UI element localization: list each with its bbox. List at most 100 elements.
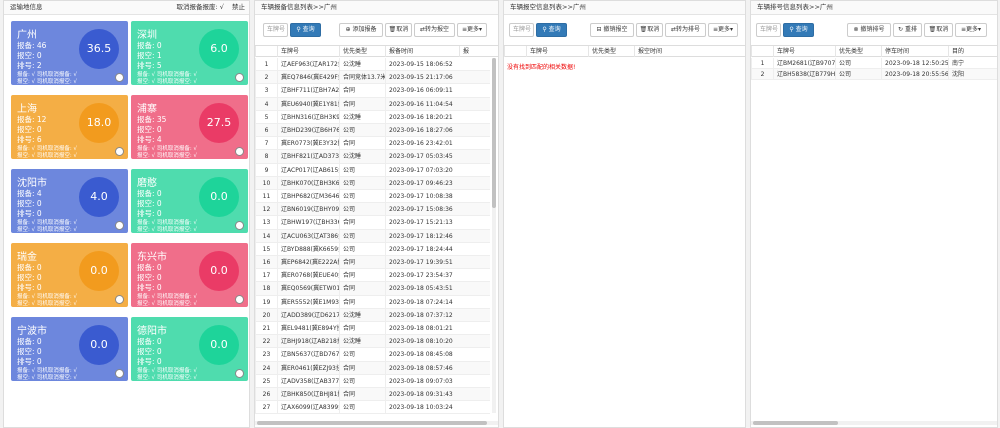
- location-select-radio[interactable]: [235, 295, 244, 304]
- table-row[interactable]: 1辽BM2681(辽B9707挂)公司2023-09-18 12:50:25南宁: [751, 58, 997, 69]
- column-header[interactable]: [751, 46, 773, 57]
- location-select-radio[interactable]: [115, 221, 124, 230]
- table-row[interactable]: 23辽BN5637(辽BD767挂)公司2023-09-18 08:45:08: [255, 348, 490, 362]
- table-row[interactable]: 20辽ADD389(辽D6217挂)公沈睡2023-09-18 07:37:12: [255, 308, 490, 322]
- location-card[interactable]: 广州 报备: 46 报空: 0 排号: 2 报备: √ 司机取消报备: √ 报空: √ 司…: [11, 21, 128, 85]
- empty-query-button[interactable]: ⚲ 查询: [536, 23, 567, 37]
- location-card[interactable]: 瑞金 报备: 0 报空: 0 排号: 0 报备: √ 司机取消报备: √ 报空: √ 司机…: [11, 243, 128, 307]
- table-row[interactable]: 14辽ACU063(辽AT386挂)公司2023-09-17 18:12:46: [255, 229, 490, 243]
- queue-search-input[interactable]: 车牌号: [756, 23, 781, 37]
- location-card[interactable]: 宁波市 报备: 0 报空: 0 排号: 0 报备: √ 司机取消报备: √ 报空: √ 司…: [11, 317, 128, 381]
- location-select-radio[interactable]: [235, 221, 244, 230]
- table-row[interactable]: 2辽BH5838(辽B779H挂)公司2023-09-18 20:55:56沈阳: [751, 69, 997, 80]
- search-icon: ⚲: [296, 26, 301, 33]
- app-root: 运输地信息 取消报备报废: √ 禁止 广州 报备: 46 报空: 0 排号: 2 报备:…: [0, 0, 1000, 428]
- table-row[interactable]: 8辽BHF821(辽AD373挂)公沈睡2023-09-17 05:03:45: [255, 150, 490, 164]
- column-header[interactable]: 目的: [948, 46, 988, 57]
- location-select-radio[interactable]: [115, 73, 124, 82]
- table-row[interactable]: 9辽ACP017(辽AB615挂)公司2023-09-17 07:03:20: [255, 163, 490, 177]
- table-row[interactable]: 26辽BHK850(辽BHJ81挂)合同2023-09-18 09:31:43: [255, 388, 490, 402]
- report-vertical-scrollbar[interactable]: [492, 58, 496, 413]
- empty-more-button[interactable]: ≡更多▾: [708, 23, 738, 37]
- report-cancel-button[interactable]: 🗑取消: [385, 23, 412, 37]
- table-row[interactable]: 6辽BHD239(辽B6H76挂)公司2023-09-16 18:27:06: [255, 124, 490, 138]
- table-cell: 2023-09-17 05:03:45: [385, 150, 459, 164]
- column-header[interactable]: 车牌号: [526, 46, 588, 57]
- location-card[interactable]: 浦寨 报备: 35 报空: 0 排号: 4 报备: √ 司机取消报备: √ 报空: √ 司…: [131, 95, 248, 159]
- empty-permissions: 报空: √ 司机取消报空: √: [137, 79, 197, 85]
- table-cell: 2023-09-18 20:55:56: [881, 69, 948, 80]
- table-row[interactable]: 22 辽BHJ918(辽AB218挂) 公沈睡 2023-09-18 08:10:20: [255, 335, 490, 349]
- queue-query-button[interactable]: ⚲ 查询: [783, 23, 814, 37]
- revoke-empty-button[interactable]: ⊟ 撤销报空: [590, 23, 634, 37]
- location-select-radio[interactable]: [115, 369, 124, 378]
- column-header[interactable]: [255, 46, 277, 57]
- table-row[interactable]: 13辽BHW197(辽BH3368挂)合同2023-09-17 15:21:13: [255, 216, 490, 230]
- table-row[interactable]: 27辽AX6099(辽A8399挂)公司2023-09-18 10:03:24: [255, 401, 490, 415]
- report-query-button[interactable]: ⚲ 查询: [290, 23, 321, 37]
- table-row[interactable]: 10辽BHK070(辽BH3K6挂)公司2023-09-17 09:46:23: [255, 176, 490, 190]
- table-cell: 沈阳: [948, 69, 988, 80]
- location-card[interactable]: 东兴市 报备: 0 报空: 0 排号: 0 报备: √ 司机取消报备: √ 报空: √ 司…: [131, 243, 248, 307]
- table-cell: 公司: [835, 69, 881, 80]
- location-card[interactable]: 沈阳市 报备: 4 报空: 0 排号: 0 报备: √ 司机取消报备: √ 报空: √ 司…: [11, 169, 128, 233]
- location-value-badge: 0.0: [199, 177, 239, 217]
- empty-search-input[interactable]: 车牌号: [509, 23, 534, 37]
- table-row[interactable]: 2冀EQ7846(冀E429F挂)合同竞体13.7米2023-09-15 21:…: [255, 71, 490, 85]
- queue-horizontal-scrollbar[interactable]: [751, 421, 997, 425]
- table-row[interactable]: 19冀ER5552(冀E1M93挂)合同2023-09-18 07:24:14: [255, 295, 490, 309]
- add-report-button[interactable]: ⊕ 添加报备: [339, 23, 383, 37]
- to-empty-button[interactable]: ⇄转为报空: [414, 23, 455, 37]
- queue-cancel-button[interactable]: 🗑取消: [924, 23, 953, 37]
- column-header[interactable]: 停车时间: [881, 46, 948, 57]
- requeue-button[interactable]: ↻ 重排: [893, 23, 922, 37]
- column-header[interactable]: 优先类型: [339, 46, 385, 57]
- table-row[interactable]: 21 冀EL9481(冀E894Y挂) 合同 2023-09-18 08:01:21: [255, 322, 490, 336]
- report-more-button[interactable]: ≡更多▾: [457, 23, 487, 37]
- table-row[interactable]: 5辽BHN316(辽BH3K9挂)公沈睡2023-09-16 18:20:21: [255, 110, 490, 124]
- location-select-radio[interactable]: [235, 73, 244, 82]
- report-search-input[interactable]: 车牌号: [263, 23, 288, 37]
- table-cell: 合同: [339, 216, 385, 230]
- table-row[interactable]: 7冀ER0773(冀E3Y32挂)合同2023-09-16 23:42:01: [255, 137, 490, 151]
- queue-more-button[interactable]: ≡更多▾: [955, 23, 987, 37]
- column-header[interactable]: 报备时间: [385, 46, 459, 57]
- table-row[interactable]: 3辽BHF711(辽BH7A2挂)合同2023-09-16 06:09:11: [255, 84, 490, 98]
- report-horizontal-scrollbar[interactable]: [255, 421, 498, 425]
- table-row[interactable]: 16冀EP6842(冀E222A挂)合同2023-09-17 19:39:51: [255, 256, 490, 270]
- column-header[interactable]: 优先类型: [835, 46, 881, 57]
- cancel-report-value[interactable]: √: [220, 3, 224, 11]
- empty-cancel-button[interactable]: 🗑取消: [636, 23, 663, 37]
- column-header[interactable]: 报: [459, 46, 498, 57]
- column-header[interactable]: 报空时间: [634, 46, 714, 57]
- table-row[interactable]: 24 冀ER0461(冀EZJ93挂) 合同 2023-09-18 08:57:46: [255, 361, 490, 375]
- report-panel-header: 车辆报备信息列表>>广州: [255, 1, 498, 15]
- table-cell: 24: [255, 361, 277, 375]
- revoke-queue-button[interactable]: ⊗ 撤销排号: [847, 23, 891, 37]
- table-cell: 辽AEF963(辽AR172挂): [277, 58, 339, 72]
- table-row[interactable]: 18冀EQ0569(冀ETW01挂)合同2023-09-18 05:43:51: [255, 282, 490, 296]
- location-card[interactable]: 德阳市 报备: 0 报空: 0 排号: 0 报备: √ 司机取消报备: √ 报空: √ 司…: [131, 317, 248, 381]
- table-row[interactable]: 1辽AEF963(辽AR172挂)公沈睡2023-09-15 18:06:52: [255, 58, 490, 72]
- empty-toolbar: 车牌号 ⚲ 查询 ⊟ 撤销报空 🗑取消 ⇄转为排号 ≡更多▾: [504, 15, 745, 45]
- location-card[interactable]: 深圳 报备: 0 报空: 1 排号: 5 报备: √ 司机取消报备: √ 报空: √ 司机…: [131, 21, 248, 85]
- table-row[interactable]: 4冀EU6940(冀E1Y81挂)合同2023-09-16 11:04:54: [255, 97, 490, 111]
- location-select-radio[interactable]: [115, 295, 124, 304]
- table-row[interactable]: 12辽BN6019(辽BHY09挂)公司2023-09-17 15:08:36: [255, 203, 490, 217]
- column-header[interactable]: 优先类型: [588, 46, 634, 57]
- table-row[interactable]: 17冀ER0768(冀EUE40挂)合同2023-09-17 23:54:37: [255, 269, 490, 283]
- table-row[interactable]: 11辽BHP682(辽M3646挂)公司2023-09-17 10:08:38: [255, 190, 490, 204]
- location-select-radio[interactable]: [235, 369, 244, 378]
- location-card[interactable]: 磨憨 报备: 0 报空: 0 排号: 0 报备: √ 司机取消报备: √ 报空: √ 司机…: [131, 169, 248, 233]
- table-row[interactable]: 15辽BYD888(冀K6659挂)公司2023-09-17 18:24:44: [255, 242, 490, 256]
- location-card[interactable]: 上海 报备: 12 报空: 0 排号: 6 报备: √ 司机取消报备: √ 报空: √ 司…: [11, 95, 128, 159]
- table-row[interactable]: 25辽ADV358(辽AB377挂)公司2023-09-18 09:07:03: [255, 374, 490, 388]
- column-header[interactable]: 车牌号: [277, 46, 339, 57]
- disable-toggle[interactable]: 禁止: [232, 1, 245, 14]
- column-header[interactable]: 车牌号: [773, 46, 835, 57]
- column-header[interactable]: [504, 46, 526, 57]
- location-select-radio[interactable]: [115, 147, 124, 156]
- location-select-radio[interactable]: [235, 147, 244, 156]
- report-panel: 车辆报备信息列表>>广州 车牌号 ⚲ 查询 ⊕ 添加报备 🗑取消 ⇄转为报空 ≡…: [254, 0, 499, 428]
- to-queue-button[interactable]: ⇄转为排号: [665, 23, 706, 37]
